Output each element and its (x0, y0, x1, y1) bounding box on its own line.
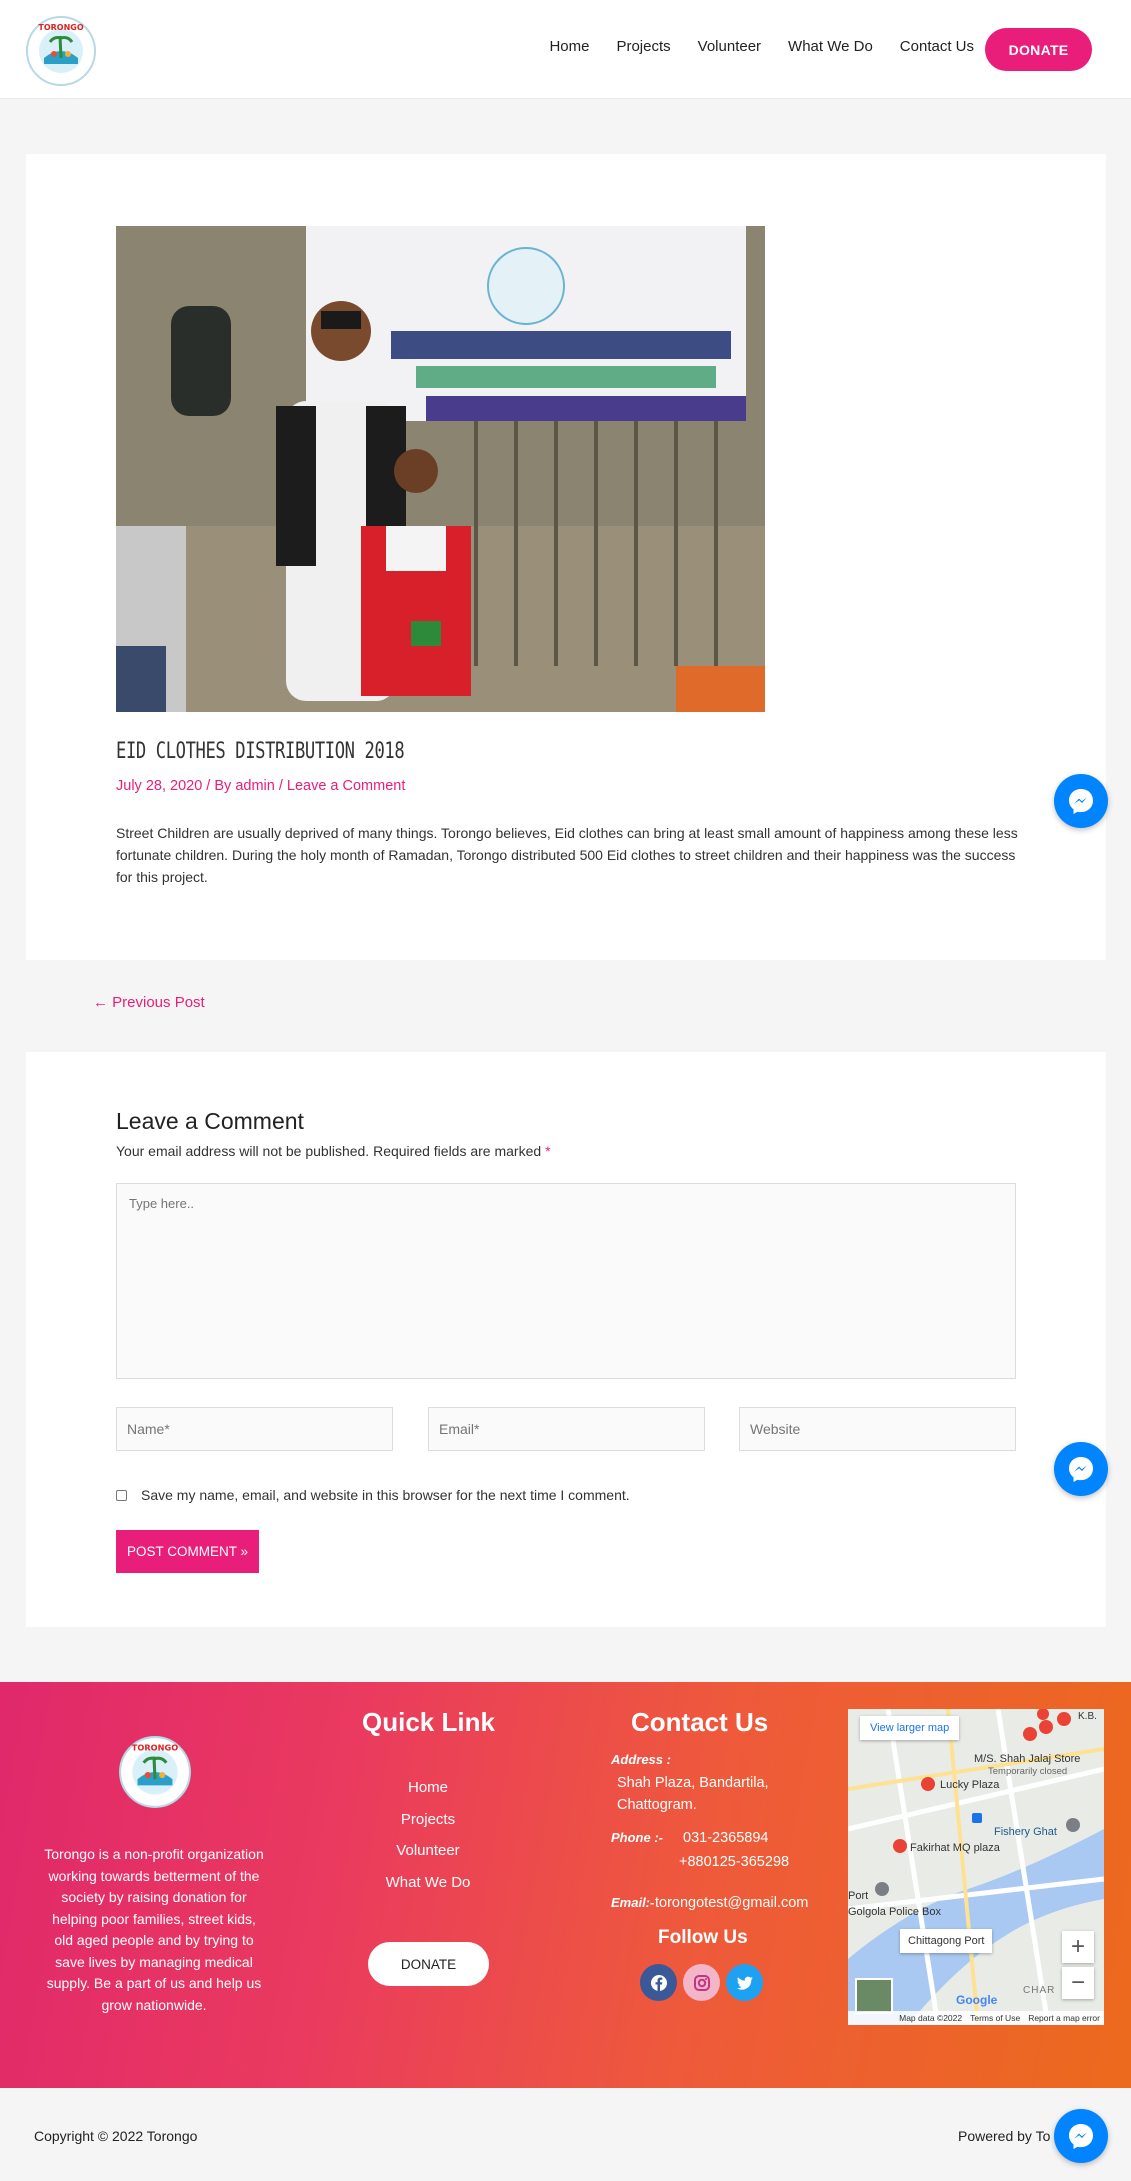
map-zoom-out-button[interactable]: − (1062, 1967, 1094, 1999)
footer-donate-button[interactable]: DONATE (368, 1942, 489, 1986)
footer-about-text: Torongo is a non-profit organization wor… (44, 1846, 264, 2013)
post-comment-button[interactable]: POST COMMENT » (116, 1530, 259, 1573)
save-info-label: Save my name, email, and website in this… (141, 1487, 630, 1503)
quick-links: Home Projects Volunteer What We Do (338, 1772, 518, 1898)
map-terms-link[interactable]: Terms of Use (970, 2013, 1020, 2023)
footer-link-volunteer[interactable]: Volunteer (338, 1835, 518, 1867)
site-header: TORONGO Home Projects Volunteer What We … (0, 0, 1131, 99)
messenger-icon (1069, 789, 1093, 814)
map-place-temporarily-closed: Temporarily closed (988, 1766, 1068, 1777)
previous-post-link[interactable]: ← Previous Post (93, 994, 205, 1011)
map-place-kb: K.B. (1078, 1711, 1097, 1722)
email-label: Email:- (611, 1895, 655, 1910)
post-body: Street Children are usually deprived of … (116, 825, 1018, 885)
post-title: EID CLOTHES DISTRIBUTION 2018 (116, 739, 405, 764)
website-input[interactable] (739, 1407, 1016, 1451)
address-label: Address : (611, 1752, 671, 1767)
copyright-text: Copyright © 2022 Torongo (34, 2128, 198, 2144)
post-meta: July 28, 2020 / By admin / Leave a Comme… (116, 778, 405, 794)
post-by-label: / By (202, 778, 236, 794)
svg-text:TORONGO: TORONGO (132, 1742, 178, 1752)
nav-contact-us[interactable]: Contact Us (900, 38, 974, 55)
twitter-link[interactable] (726, 1964, 763, 2001)
nav-home[interactable]: Home (549, 38, 589, 55)
comment-card: Leave a Comment Your email address will … (26, 1052, 1106, 1627)
map-place-fishery-ghat: Fishery Ghat (994, 1826, 1057, 1838)
follow-us-heading: Follow Us (658, 1927, 748, 1948)
phone-2[interactable]: +880125-365298 (679, 1854, 789, 1870)
google-map[interactable]: View larger map M/S. Shah Jalaj Store Te… (848, 1709, 1104, 2025)
phone-1[interactable]: 031-2365894 (683, 1830, 768, 1846)
map-place-lucky-plaza: Lucky Plaza (940, 1779, 1000, 1791)
messenger-chat-button-3[interactable] (1054, 2109, 1108, 2163)
messenger-chat-button[interactable] (1054, 774, 1108, 828)
messenger-icon (1069, 2124, 1093, 2149)
view-larger-map-link[interactable]: View larger map (860, 1716, 960, 1740)
messenger-icon (1069, 1457, 1093, 1482)
main-nav: Home Projects Volunteer What We Do Conta… (522, 38, 974, 55)
comment-title: Leave a Comment (116, 1108, 304, 1134)
footer-link-projects[interactable]: Projects (338, 1804, 518, 1836)
post-date[interactable]: July 28, 2020 (116, 778, 202, 794)
footer-link-what-we-do[interactable]: What We Do (338, 1867, 518, 1899)
map-place-port: Port (848, 1890, 869, 1902)
footer-logo[interactable]: TORONGO (117, 1734, 193, 1810)
comment-note: Your email address will not be published… (116, 1143, 551, 1159)
required-mark: * (545, 1143, 551, 1159)
save-info-checkbox[interactable] (116, 1489, 127, 1501)
save-info-row: Save my name, email, and website in this… (116, 1487, 630, 1503)
map-report-error-link[interactable]: Report a map error (1028, 2013, 1100, 2023)
site-footer: TORONGO Torongo is a non-profit organiza… (0, 1682, 1131, 2088)
leave-comment-link[interactable]: / Leave a Comment (275, 778, 406, 794)
email-input[interactable] (428, 1407, 705, 1451)
svg-text:TORONGO: TORONGO (38, 23, 83, 32)
messenger-chat-button-2[interactable] (1054, 1442, 1108, 1496)
contact-email[interactable]: torongotest@gmail.com (655, 1895, 808, 1911)
contact-heading: Contact Us (631, 1707, 769, 1737)
post-featured-image[interactable] (116, 226, 765, 712)
map-place-char: CHAR (1023, 1985, 1056, 1996)
name-input[interactable] (116, 1407, 393, 1451)
map-place-golgola: Golgola Police Box (848, 1906, 941, 1918)
bottom-bar: Copyright © 2022 Torongo Powered by To (0, 2088, 1131, 2181)
google-logo: Google (956, 1993, 998, 2007)
facebook-link[interactable] (640, 1964, 677, 2001)
nav-what-we-do[interactable]: What We Do (788, 38, 873, 55)
map-place-shah-jalaj: M/S. Shah Jalaj Store (974, 1753, 1081, 1765)
twitter-icon (736, 1976, 753, 1990)
powered-by-text[interactable]: Powered by To (958, 2128, 1050, 2144)
map-place-chittagong-port[interactable]: Chittagong Port (900, 1929, 993, 1953)
footer-link-home[interactable]: Home (338, 1772, 518, 1804)
address-line-2: Chattogram. (617, 1797, 697, 1813)
map-place-fakirhat: Fakirhat MQ plaza (910, 1842, 1000, 1854)
facebook-icon (650, 1974, 667, 1991)
nav-volunteer[interactable]: Volunteer (698, 38, 761, 55)
instagram-link[interactable] (683, 1964, 720, 2001)
header-donate-button[interactable]: DONATE (985, 28, 1092, 71)
post-card: EID CLOTHES DISTRIBUTION 2018 July 28, 2… (26, 154, 1106, 960)
instagram-icon (693, 1974, 710, 1991)
post-author[interactable]: admin (235, 778, 275, 794)
quick-link-heading: Quick Link (362, 1707, 495, 1737)
address-line-1: Shah Plaza, Bandartila, (617, 1775, 769, 1791)
map-zoom-in-button[interactable]: + (1062, 1931, 1094, 1963)
nav-projects[interactable]: Projects (616, 38, 670, 55)
comment-note-text: Your email address will not be published… (116, 1143, 546, 1159)
map-footer-bar: Map data ©2022 Terms of Use Report a map… (848, 2011, 1104, 2025)
map-data-credit: Map data ©2022 (899, 2013, 963, 2023)
torongo-logo[interactable]: TORONGO (24, 14, 98, 88)
phone-label: Phone :- (611, 1830, 663, 1845)
comment-textarea[interactable] (116, 1183, 1016, 1379)
